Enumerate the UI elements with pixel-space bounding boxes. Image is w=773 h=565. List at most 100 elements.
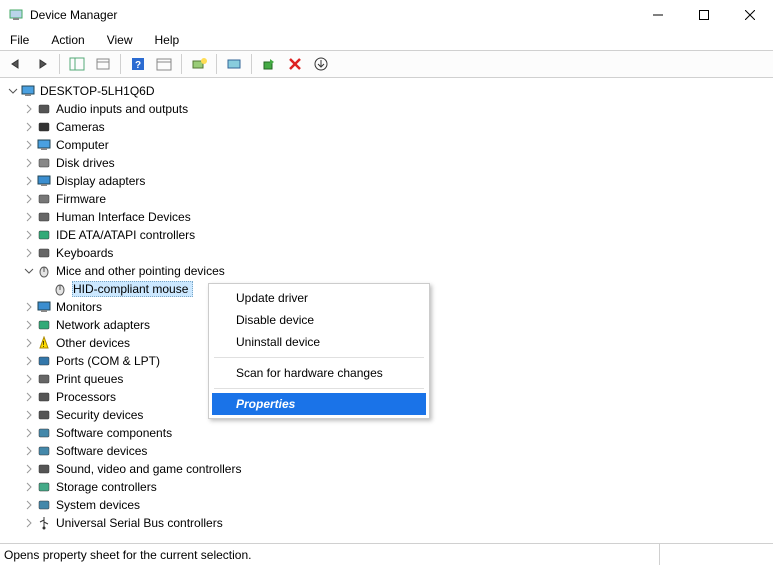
chevron-right-icon[interactable]	[22, 102, 36, 116]
tree-category-label: Firmware	[56, 192, 106, 206]
toolbar: ?	[0, 50, 773, 78]
tree-category-label: Software components	[56, 426, 172, 440]
tree-category[interactable]: Firmware	[6, 190, 773, 208]
statusbar-cell	[659, 544, 769, 565]
tree-category[interactable]: Mice and other pointing devices	[6, 262, 773, 280]
chevron-right-icon[interactable]	[22, 210, 36, 224]
context-menu-separator	[214, 357, 424, 358]
tree-category[interactable]: Display adapters	[6, 172, 773, 190]
menu-view[interactable]: View	[103, 31, 137, 49]
mouse-icon	[36, 263, 52, 279]
tree-category-label: Storage controllers	[56, 480, 157, 494]
tree-category[interactable]: Keyboards	[6, 244, 773, 262]
chevron-right-icon[interactable]	[22, 372, 36, 386]
tree-category[interactable]: Storage controllers	[6, 478, 773, 496]
tree-category-label: Sound, video and game controllers	[56, 462, 241, 476]
tree-category-label: System devices	[56, 498, 140, 512]
tree-category[interactable]: Disk drives	[6, 154, 773, 172]
toolbar-divider	[216, 54, 217, 74]
help-toolbar-button[interactable]: ?	[126, 53, 150, 75]
tree-category-label: Display adapters	[56, 174, 145, 188]
chevron-right-icon[interactable]	[22, 498, 36, 512]
tree-category-label: Software devices	[56, 444, 147, 458]
enable-device-toolbar-button[interactable]	[257, 53, 281, 75]
chevron-right-icon[interactable]	[22, 120, 36, 134]
tree-category[interactable]: Software devices	[6, 442, 773, 460]
tree-category-label: Ports (COM & LPT)	[56, 354, 160, 368]
tree-category-label: Human Interface Devices	[56, 210, 191, 224]
chevron-right-icon[interactable]	[22, 228, 36, 242]
tree-category-label: Universal Serial Bus controllers	[56, 516, 223, 530]
scan-toolbar-button[interactable]	[187, 53, 211, 75]
chevron-right-icon[interactable]	[22, 246, 36, 260]
calendar-toolbar-button[interactable]	[152, 53, 176, 75]
other-icon: !	[36, 335, 52, 351]
context-menu-item[interactable]: Uninstall device	[212, 331, 426, 353]
chevron-right-icon[interactable]	[22, 390, 36, 404]
context-menu-item[interactable]: Scan for hardware changes	[212, 362, 426, 384]
show-hide-console-button[interactable]	[65, 53, 89, 75]
chevron-right-icon[interactable]	[22, 480, 36, 494]
tree-category[interactable]: System devices	[6, 496, 773, 514]
computer-icon	[20, 83, 36, 99]
chevron-right-icon[interactable]	[22, 318, 36, 332]
tree-category[interactable]: Computer	[6, 136, 773, 154]
tree-category[interactable]: IDE ATA/ATAPI controllers	[6, 226, 773, 244]
tree-category[interactable]: Universal Serial Bus controllers	[6, 514, 773, 532]
context-menu-item[interactable]: Disable device	[212, 309, 426, 331]
statusbar: Opens property sheet for the current sel…	[0, 543, 773, 565]
tree-category-label: Monitors	[56, 300, 102, 314]
tree-root[interactable]: DESKTOP-5LH1Q6D	[6, 82, 773, 100]
tree-category[interactable]: Software components	[6, 424, 773, 442]
toolbar-divider	[59, 54, 60, 74]
back-button[interactable]	[4, 53, 28, 75]
mouse-icon	[52, 281, 68, 297]
chevron-right-icon[interactable]	[22, 444, 36, 458]
chevron-down-icon[interactable]	[22, 264, 36, 278]
chevron-right-icon[interactable]	[22, 354, 36, 368]
tree-category-label: Other devices	[56, 336, 130, 350]
close-button[interactable]	[727, 0, 773, 30]
menu-file[interactable]: File	[6, 31, 33, 49]
tree-category[interactable]: Sound, video and game controllers	[6, 460, 773, 478]
tree-category[interactable]: Human Interface Devices	[6, 208, 773, 226]
chevron-right-icon[interactable]	[22, 192, 36, 206]
tree-category-label: Keyboards	[56, 246, 113, 260]
disk-icon	[36, 155, 52, 171]
context-menu-item[interactable]: Update driver	[212, 287, 426, 309]
usb-icon	[36, 515, 52, 531]
uninstall-toolbar-button[interactable]	[283, 53, 307, 75]
chevron-right-icon[interactable]	[22, 156, 36, 170]
chevron-right-icon[interactable]	[22, 426, 36, 440]
down-arrow-toolbar-button[interactable]	[309, 53, 333, 75]
menu-action[interactable]: Action	[47, 31, 88, 49]
tree-device-label: HID-compliant mouse	[72, 281, 193, 297]
network-icon	[36, 317, 52, 333]
chevron-down-icon[interactable]	[6, 84, 20, 98]
chevron-right-icon[interactable]	[22, 408, 36, 422]
chevron-right-icon[interactable]	[22, 516, 36, 530]
swcomp-icon	[36, 425, 52, 441]
context-menu-item[interactable]: Properties	[212, 393, 426, 415]
maximize-button[interactable]	[681, 0, 727, 30]
chevron-right-icon[interactable]	[22, 174, 36, 188]
tree-category[interactable]: Cameras	[6, 118, 773, 136]
forward-button[interactable]	[30, 53, 54, 75]
chevron-right-icon[interactable]	[22, 138, 36, 152]
tree-category[interactable]: Audio inputs and outputs	[6, 100, 773, 118]
menu-help[interactable]: Help	[151, 31, 184, 49]
properties-toolbar-button[interactable]	[91, 53, 115, 75]
tree-category-label: Audio inputs and outputs	[56, 102, 188, 116]
minimize-button[interactable]	[635, 0, 681, 30]
chevron-right-icon[interactable]	[22, 462, 36, 476]
firmware-icon	[36, 191, 52, 207]
cpu-icon	[36, 389, 52, 405]
system-icon	[36, 497, 52, 513]
context-menu: Update driverDisable deviceUninstall dev…	[208, 283, 430, 419]
menubar: File Action View Help	[0, 30, 773, 50]
svg-text:?: ?	[135, 60, 141, 71]
update-driver-toolbar-button[interactable]	[222, 53, 246, 75]
tree-category-label: IDE ATA/ATAPI controllers	[56, 228, 195, 242]
chevron-right-icon[interactable]	[22, 300, 36, 314]
chevron-right-icon[interactable]	[22, 336, 36, 350]
